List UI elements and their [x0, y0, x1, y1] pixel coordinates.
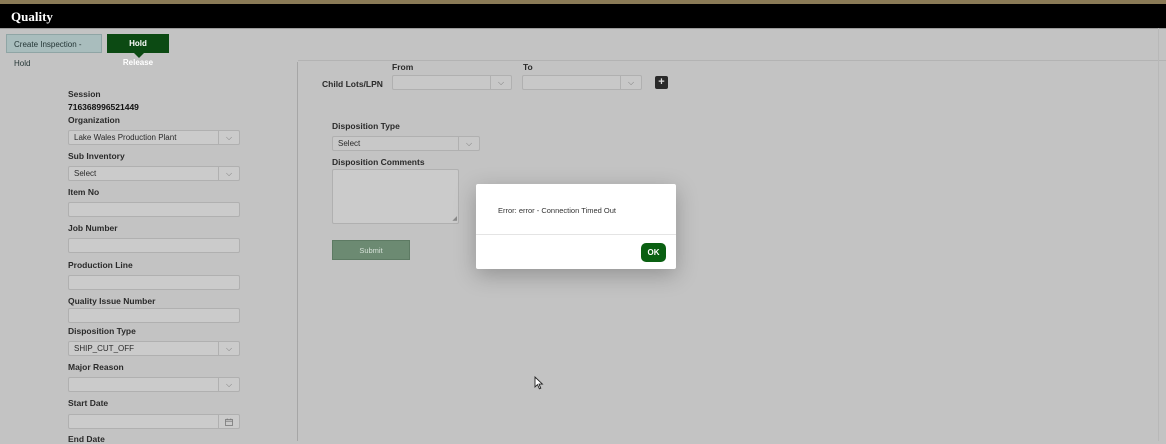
- major-reason-select[interactable]: ⌵: [68, 377, 240, 392]
- disposition-type-label: Disposition Type: [68, 326, 136, 336]
- header-divider: [0, 28, 1166, 29]
- session-value: 716368996521449: [68, 102, 139, 112]
- chevron-down-icon: ⌵: [620, 76, 641, 89]
- end-date-label: End Date: [68, 434, 105, 444]
- mouse-pointer-icon: [534, 376, 544, 390]
- resize-grip-icon[interactable]: ◢: [452, 215, 457, 222]
- child-lots-from-select[interactable]: ⌵: [392, 75, 512, 90]
- chevron-down-icon: ⌵: [458, 137, 479, 150]
- submit-button[interactable]: Submit: [332, 240, 410, 260]
- ok-button[interactable]: OK: [641, 243, 666, 262]
- from-label: From: [392, 62, 414, 72]
- app-header: Quality: [0, 4, 1166, 28]
- sub-inventory-label: Sub Inventory: [68, 151, 125, 161]
- session-label: Session: [68, 89, 101, 99]
- right-disposition-type-value: Select: [338, 139, 361, 148]
- chevron-down-icon: ⌵: [218, 167, 239, 180]
- item-no-input[interactable]: [68, 202, 240, 217]
- app-title: Quality: [11, 9, 53, 24]
- item-no-label: Item No: [68, 187, 100, 197]
- quality-issue-input[interactable]: [68, 308, 240, 323]
- major-reason-label: Major Reason: [68, 362, 124, 372]
- right-disposition-type-select[interactable]: Select ⌵: [332, 136, 480, 151]
- organization-label: Organization: [68, 115, 120, 125]
- calendar-icon[interactable]: [218, 415, 239, 428]
- disposition-type-select[interactable]: SHIP_CUT_OFF ⌵: [68, 341, 240, 356]
- error-message: Error: error - Connection Timed Out: [498, 206, 616, 215]
- error-dialog: Error: error - Connection Timed Out OK: [476, 184, 676, 269]
- disposition-comments-label: Disposition Comments: [332, 157, 425, 167]
- sub-inventory-select[interactable]: Select ⌵: [68, 166, 240, 181]
- organization-select[interactable]: Lake Wales Production Plant ⌵: [68, 130, 240, 145]
- chevron-down-icon: ⌵: [490, 76, 511, 89]
- active-tab-indicator: [134, 53, 144, 58]
- production-line-label: Production Line: [68, 260, 133, 270]
- job-number-input[interactable]: [68, 238, 240, 253]
- chevron-down-icon: ⌵: [218, 378, 239, 391]
- plus-square-icon[interactable]: +: [655, 76, 668, 89]
- right-disposition-type-label: Disposition Type: [332, 121, 400, 131]
- start-date-label: Start Date: [68, 398, 109, 408]
- panel-divider: [297, 62, 298, 441]
- sub-inventory-value: Select: [74, 169, 97, 178]
- section-divider: [298, 60, 1166, 61]
- chevron-down-icon: ⌵: [218, 342, 239, 355]
- start-date-input[interactable]: [68, 414, 240, 429]
- to-label: To: [523, 62, 533, 72]
- organization-value: Lake Wales Production Plant: [74, 133, 177, 142]
- child-lots-label: Child Lots/LPN: [322, 79, 383, 89]
- job-number-label: Job Number: [68, 223, 118, 233]
- child-lots-to-select[interactable]: ⌵: [522, 75, 642, 90]
- chevron-down-icon: ⌵: [218, 131, 239, 144]
- scrollbar-track[interactable]: [1158, 28, 1159, 441]
- disposition-type-value: SHIP_CUT_OFF: [74, 344, 135, 353]
- dialog-divider: [476, 234, 676, 235]
- disposition-comments-textarea[interactable]: ◢: [332, 169, 459, 224]
- tab-hold-release[interactable]: Hold Release: [107, 34, 169, 67]
- quality-issue-label: Quality Issue Number: [68, 296, 156, 306]
- tab-create-inspection-hold[interactable]: Create Inspection - Hold: [6, 34, 102, 68]
- production-line-input[interactable]: [68, 275, 240, 290]
